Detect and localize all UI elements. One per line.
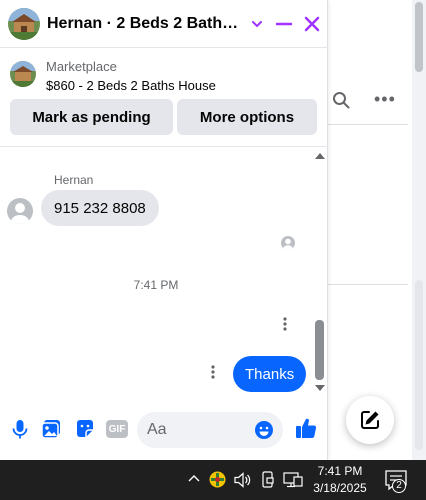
taskbar-clock[interactable]: 7:41 PM 3/18/2025 [308, 463, 372, 497]
phone-link-icon[interactable] [261, 471, 275, 489]
message-thread: Hernan 915 232 8808 7:41 PM Thanks [0, 148, 328, 396]
more-icon[interactable]: ••• [374, 90, 395, 110]
notification-badge: 2 [392, 479, 406, 493]
person-icon [283, 238, 293, 250]
more-options-button[interactable]: More options [177, 99, 317, 135]
avatar[interactable] [7, 198, 33, 224]
minimize-icon[interactable] [274, 14, 294, 34]
marketplace-label: Marketplace [46, 59, 117, 74]
compose-icon [361, 411, 379, 429]
network-icon[interactable] [283, 472, 303, 488]
gif-icon[interactable]: GIF [106, 420, 128, 438]
microphone-icon[interactable] [9, 418, 31, 440]
page-scrollbar[interactable] [412, 0, 426, 460]
divider [328, 124, 408, 125]
emoji-icon[interactable] [254, 420, 274, 440]
listing-thumbnail[interactable] [10, 61, 36, 87]
volume-icon[interactable] [234, 472, 252, 488]
scrollbar-thumb[interactable] [415, 2, 423, 72]
clock-date: 3/18/2025 [313, 481, 367, 495]
divider [328, 284, 408, 285]
chevron-down-icon[interactable] [250, 17, 264, 31]
listing-avatar[interactable] [8, 8, 40, 40]
new-message-button[interactable] [346, 396, 394, 444]
house-photo-icon [8, 8, 40, 40]
mark-as-pending-button[interactable]: Mark as pending [10, 99, 173, 135]
marketplace-card: Marketplace $860 - 2 Beds 2 Baths House … [0, 49, 328, 147]
outgoing-message[interactable]: Thanks [233, 356, 307, 392]
close-icon[interactable] [302, 14, 322, 34]
more-vertical-icon[interactable] [278, 316, 292, 332]
chevron-up-icon[interactable] [186, 471, 202, 487]
clock-time: 7:41 PM [317, 464, 363, 478]
taskbar: 7:41 PM 3/18/2025 2 [0, 460, 426, 500]
sticker-icon[interactable] [74, 418, 96, 440]
chat-title[interactable]: Hernan · 2 Beds 2 Baths H... [47, 15, 242, 33]
scrollbar-thumb[interactable] [315, 320, 324, 380]
message-timestamp: 7:41 PM [133, 278, 179, 292]
chat-window: Hernan · 2 Beds 2 Baths H... Marketplace… [0, 0, 328, 460]
thumbs-up-icon[interactable] [294, 416, 318, 440]
photo-icon[interactable] [40, 418, 62, 440]
house-photo-icon [10, 61, 36, 87]
message-composer: GIF [0, 396, 328, 460]
seen-indicator-avatar [281, 236, 295, 250]
person-icon [11, 203, 29, 224]
search-icon[interactable] [332, 91, 350, 109]
scroll-up-icon[interactable] [314, 150, 326, 162]
chat-header: Hernan · 2 Beds 2 Baths H... [0, 0, 328, 48]
listing-title[interactable]: $860 - 2 Beds 2 Baths House [46, 78, 216, 93]
incoming-message[interactable]: 915 232 8808 [41, 190, 159, 226]
scrollbar-track-area [415, 280, 423, 450]
more-vertical-icon[interactable] [206, 364, 220, 380]
tray-app-icon[interactable] [209, 471, 226, 488]
scroll-down-icon[interactable] [314, 382, 326, 394]
sender-name: Hernan [54, 173, 94, 187]
